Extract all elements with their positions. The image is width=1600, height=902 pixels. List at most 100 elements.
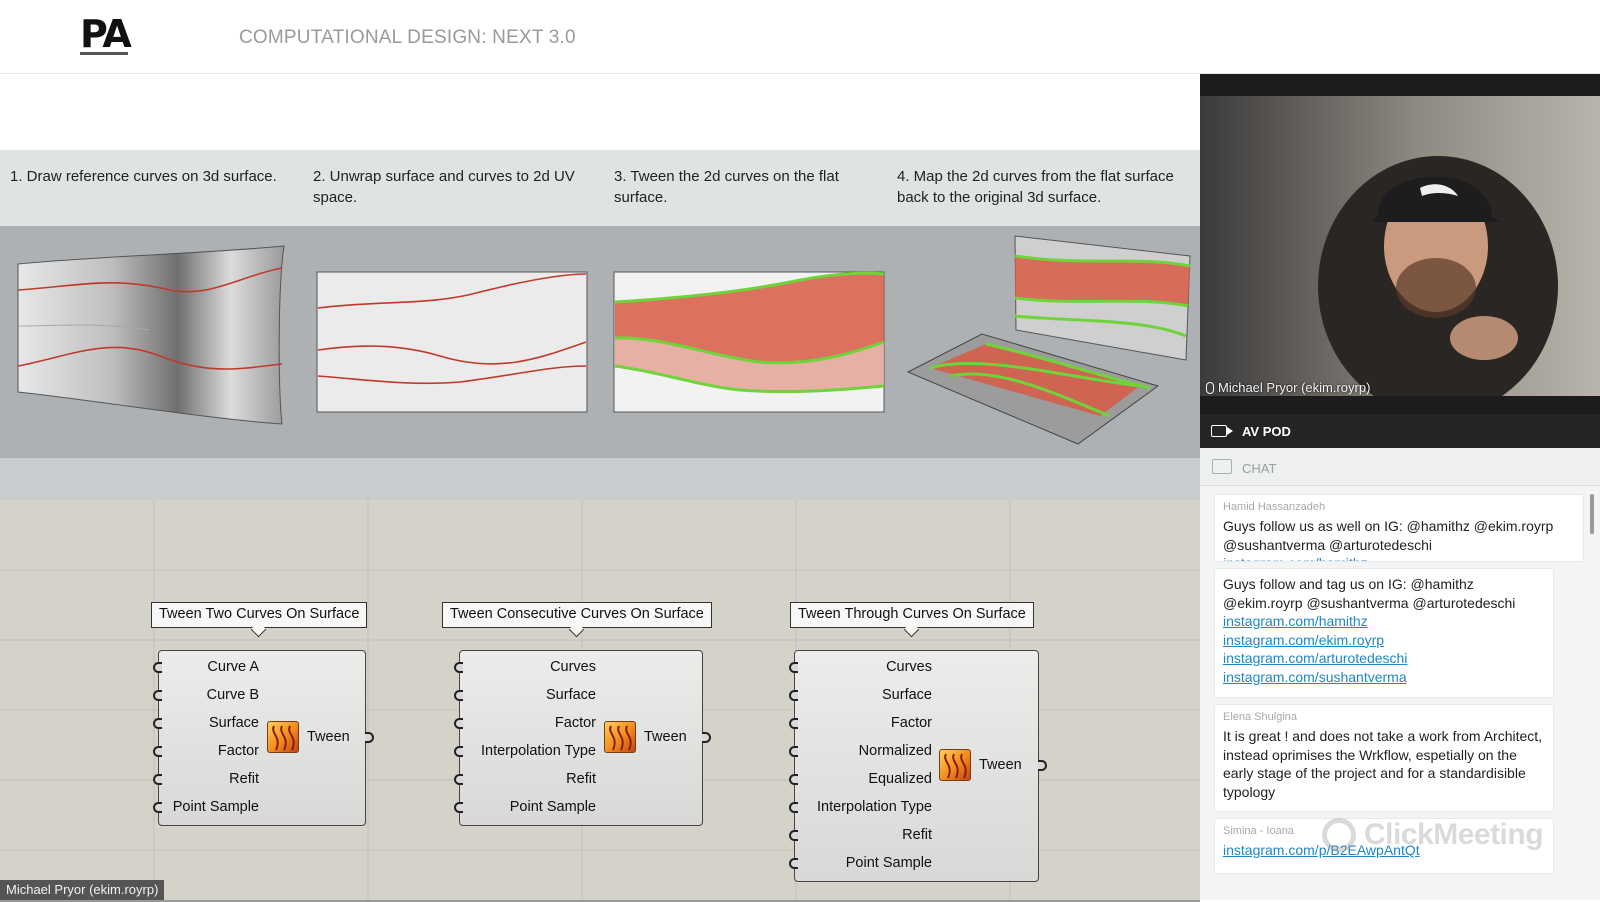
message-link[interactable]: instagram.com/ekim.royrp [1223, 631, 1545, 650]
input-label: Refit [229, 771, 259, 787]
clickmeeting-logo-icon [1322, 818, 1356, 852]
component-tween-two-curves[interactable]: Curve A Curve B Surface Factor Refit Poi… [153, 650, 374, 826]
input-port[interactable] [454, 662, 463, 673]
component-label-tween-through[interactable]: Tween Through Curves On Surface [790, 602, 1034, 628]
input-port[interactable] [454, 802, 463, 813]
video-caption-text: Michael Pryor (ekim.royrp) [1218, 380, 1371, 395]
input-label: Factor [554, 715, 596, 731]
camera-icon [1211, 425, 1233, 437]
render-tween-flat [613, 271, 885, 413]
input-label: Refit [902, 827, 932, 843]
presentation-slide: 1. Draw reference curves on 3d surface. … [0, 74, 1200, 902]
output-label: Tween [307, 729, 350, 745]
message-text: Guys follow and tag us on IG: @hamithz @… [1223, 576, 1516, 611]
input-label: Interpolation Type [480, 743, 596, 759]
message-author: Hamid Hassanzadeh [1223, 501, 1326, 513]
message-text: Guys follow us as well on IG: @hamithz @… [1223, 518, 1554, 553]
tween-icon [267, 721, 299, 753]
chat-message: Hamid Hassanzadeh Guys follow us as well… [1214, 494, 1584, 562]
chat-header-label: CHAT [1242, 461, 1277, 476]
input-label: Factor [217, 743, 259, 759]
input-label: Curve A [207, 659, 259, 675]
component-tween-through-curves[interactable]: Curves Surface Factor Normalized Equaliz… [789, 650, 1047, 882]
side-panel: Michael Pryor (ekim.royrp) AV POD CHAT H… [1200, 74, 1600, 900]
av-pod-bar[interactable]: AV POD [1200, 414, 1600, 448]
input-label: Surface [546, 687, 596, 703]
input-label: Point Sample [509, 799, 596, 815]
component-label-tween-consecutive[interactable]: Tween Consecutive Curves On Surface [442, 602, 712, 628]
input-port[interactable] [454, 690, 463, 701]
input-port[interactable] [789, 718, 798, 729]
input-port[interactable] [454, 718, 463, 729]
step-2: 2. Unwrap surface and curves to 2d UV sp… [313, 168, 575, 206]
input-label: Curves [886, 659, 932, 675]
message-link[interactable]: instagram.com/hamithz [1223, 554, 1575, 561]
message-author: Elena Shulgina [1223, 711, 1298, 723]
input-port[interactable] [153, 718, 162, 729]
grasshopper-canvas[interactable]: Tween Two Curves On Surface Curve A Curv… [0, 500, 1200, 902]
input-port[interactable] [153, 774, 162, 785]
presenter-silhouette [1318, 156, 1558, 396]
top-bar: PA COMPUTATIONAL DESIGN: NEXT 3.0 [0, 0, 1600, 74]
render-floor [0, 458, 1200, 500]
input-port[interactable] [789, 830, 798, 841]
event-title: COMPUTATIONAL DESIGN: NEXT 3.0 [239, 27, 576, 48]
chat-bubble-icon [1212, 459, 1232, 474]
presenter-name-tag: Michael Pryor (ekim.royrp) [0, 880, 165, 900]
input-port[interactable] [789, 690, 798, 701]
video-feed[interactable]: Michael Pryor (ekim.royrp) [1200, 74, 1600, 414]
tween-icon [939, 749, 971, 781]
message-link[interactable]: instagram.com/hamithz [1223, 612, 1545, 631]
av-pod-label: AV POD [1242, 424, 1291, 439]
input-port[interactable] [153, 690, 162, 701]
chat-header[interactable]: CHAT [1200, 448, 1600, 486]
surface-renders [17, 235, 1191, 445]
chat-message: Guys follow and tag us on IG: @hamithz @… [1214, 568, 1554, 698]
input-label: Surface [209, 715, 259, 731]
input-label: Factor [890, 715, 932, 731]
output-label: Tween [979, 757, 1022, 773]
render-uv-space [316, 271, 588, 413]
input-label: Surface [882, 687, 932, 703]
clickmeeting-watermark: ClickMeeting [1364, 818, 1544, 851]
input-port[interactable] [153, 662, 162, 673]
message-text: It is great ! and does not take a work f… [1223, 728, 1543, 800]
render-mapped-3d [906, 235, 1191, 445]
step-1: 1. Draw reference curves on 3d surface. [10, 168, 277, 185]
webcam-frame [1200, 96, 1600, 396]
chat-message: Elena Shulgina It is great ! and does no… [1214, 704, 1554, 812]
input-port[interactable] [153, 746, 162, 757]
input-port[interactable] [153, 802, 162, 813]
component-label-tween-two[interactable]: Tween Two Curves On Surface [151, 602, 368, 628]
steps-bar: 1. Draw reference curves on 3d surface. … [0, 150, 1200, 226]
input-label: Interpolation Type [816, 799, 932, 815]
step-4: 4. Map the 2d curves from the flat surfa… [897, 168, 1174, 206]
message-link[interactable]: instagram.com/sushantverma [1223, 668, 1545, 687]
input-port[interactable] [454, 746, 463, 757]
input-label: Point Sample [845, 855, 932, 871]
step-3: 3. Tween the 2d curves on the flat surfa… [614, 168, 839, 206]
message-link[interactable]: instagram.com/arturotedeschi [1223, 649, 1545, 668]
output-label: Tween [644, 729, 687, 745]
input-port[interactable] [789, 746, 798, 757]
input-label: Curves [550, 659, 596, 675]
pa-logo: PA [80, 12, 132, 56]
input-label: Point Sample [172, 799, 259, 815]
input-label: Equalized [868, 771, 932, 787]
component-tween-consecutive-curves[interactable]: Curves Surface Factor Interpolation Type… [454, 650, 711, 826]
render-3d-surface [17, 245, 285, 425]
input-port[interactable] [789, 802, 798, 813]
video-caption: Michael Pryor (ekim.royrp) [1206, 380, 1370, 395]
input-label: Normalized [858, 743, 932, 759]
microphone-icon [1206, 382, 1214, 394]
chat-scrollbar[interactable] [1590, 494, 1594, 534]
input-port[interactable] [789, 662, 798, 673]
render-strip [0, 226, 1200, 458]
logo-underline [80, 52, 128, 55]
input-port[interactable] [789, 858, 798, 869]
input-label: Curve B [206, 687, 259, 703]
input-port[interactable] [454, 774, 463, 785]
input-port[interactable] [789, 774, 798, 785]
input-label: Refit [566, 771, 596, 787]
tween-icon [604, 721, 636, 753]
